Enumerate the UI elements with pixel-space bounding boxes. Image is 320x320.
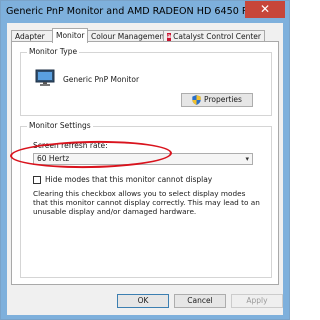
- ok-label: OK: [137, 296, 149, 305]
- monitor-settings-group: Monitor Settings Screen refresh rate: 60…: [20, 121, 272, 278]
- apply-label: Apply: [246, 296, 268, 305]
- refresh-rate-select[interactable]: 60 Hertz ▾: [33, 153, 253, 165]
- title-bar[interactable]: Generic PnP Monitor and AMD RADEON HD 64…: [1, 1, 289, 23]
- hide-modes-label[interactable]: Hide modes that this monitor cannot disp…: [45, 175, 212, 184]
- properties-label: Properties: [204, 95, 242, 104]
- close-button[interactable]: ✕: [245, 1, 285, 18]
- tab-label: Monitor: [56, 31, 85, 40]
- group-label: Monitor Type: [27, 47, 80, 57]
- window-title: Generic PnP Monitor and AMD RADEON HD 64…: [6, 6, 246, 17]
- tab-monitor[interactable]: Monitor: [52, 28, 88, 43]
- tab-label: Adapter: [15, 31, 45, 41]
- ati-icon: a: [167, 32, 172, 41]
- dialog-client: Adapter Monitor Colour Management a Cata…: [7, 23, 283, 315]
- chevron-down-icon: ▾: [245, 155, 249, 163]
- tab-label: Colour Management: [91, 31, 168, 41]
- warning-description: Clearing this checkbox allows you to sel…: [33, 189, 260, 216]
- refresh-rate-value: 60 Hertz: [37, 154, 70, 163]
- monitor-name: Generic PnP Monitor: [63, 75, 140, 84]
- shield-icon: [192, 95, 201, 105]
- hide-modes-checkbox[interactable]: [33, 175, 41, 184]
- cancel-label: Cancel: [187, 296, 213, 305]
- refresh-rate-label: Screen refresh rate:: [33, 141, 108, 150]
- close-icon: ✕: [259, 2, 271, 16]
- properties-window: Generic PnP Monitor and AMD RADEON HD 64…: [0, 0, 290, 320]
- ok-button[interactable]: OK: [117, 294, 169, 308]
- tab-label: Catalyst Control Center: [173, 31, 261, 41]
- apply-button[interactable]: Apply: [231, 294, 283, 308]
- monitor-type-group: Monitor Type Generic PnP Monitor Propert…: [20, 47, 272, 116]
- monitor-icon: [35, 69, 55, 86]
- tab-panel-monitor: Monitor Type Generic PnP Monitor Propert…: [11, 41, 279, 285]
- group-label: Monitor Settings: [27, 121, 93, 131]
- cancel-button[interactable]: Cancel: [174, 294, 226, 308]
- properties-button[interactable]: Properties: [181, 93, 253, 107]
- hide-modes-row[interactable]: Hide modes that this monitor cannot disp…: [33, 175, 212, 184]
